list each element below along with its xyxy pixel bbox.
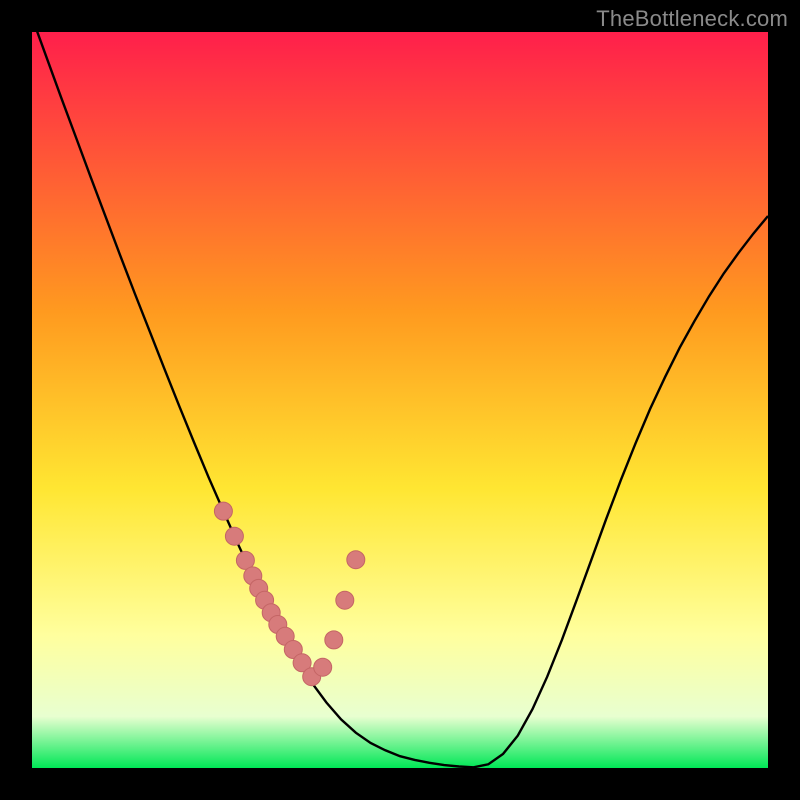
watermark-text: TheBottleneck.com: [596, 6, 788, 32]
data-marker: [336, 591, 354, 609]
gradient-background: [32, 32, 768, 768]
plot-area: [32, 32, 768, 768]
data-marker: [225, 527, 243, 545]
data-marker: [314, 658, 332, 676]
chart-svg: [32, 32, 768, 768]
data-marker: [214, 502, 232, 520]
chart-container: { "watermark": "TheBottleneck.com", "col…: [0, 0, 800, 800]
data-marker: [325, 631, 343, 649]
data-marker: [347, 551, 365, 569]
